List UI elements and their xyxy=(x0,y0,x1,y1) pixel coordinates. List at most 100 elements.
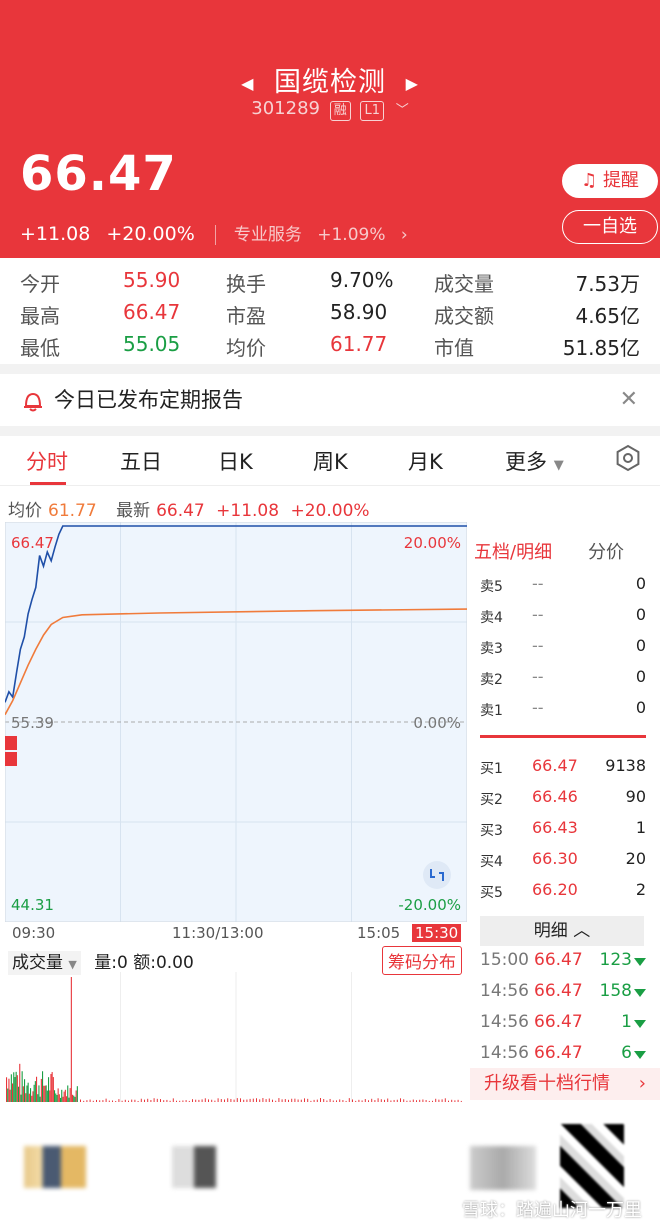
volume-bar xyxy=(19,1063,21,1102)
tab-intraday[interactable]: 分时 xyxy=(26,446,68,476)
level-label: 卖4 xyxy=(480,610,503,626)
volume-bar xyxy=(272,1099,273,1102)
detail-header[interactable]: 明细 ︿ xyxy=(480,916,644,946)
upgrade-banner[interactable]: 升级看十档行情 › xyxy=(470,1068,660,1100)
volume-bar xyxy=(67,1085,69,1102)
volume-bar xyxy=(121,1100,123,1102)
volume-bar xyxy=(390,1100,392,1102)
detail-label: 明细 xyxy=(533,921,568,941)
volume-bar xyxy=(26,1085,28,1102)
close-icon[interactable]: ✕ xyxy=(620,374,638,426)
chevron-down-icon[interactable]: ﹀ xyxy=(396,103,409,118)
sell-arrow-icon xyxy=(634,1020,646,1028)
volume-bar xyxy=(214,1100,216,1102)
volume-bar xyxy=(31,1095,33,1102)
volume-bar xyxy=(134,1099,136,1102)
volume-bar xyxy=(83,1100,85,1102)
trade-time: 14:56 xyxy=(480,981,529,1001)
volume-bar xyxy=(387,1098,389,1102)
trade-detail-row: 14:56 66.47 1 xyxy=(470,1008,660,1039)
volume-bar xyxy=(96,1099,97,1102)
tab-monthly-k[interactable]: 月K xyxy=(408,446,443,476)
blurred-icon[interactable] xyxy=(470,1146,536,1190)
volume-bar xyxy=(150,1099,152,1102)
volume-bar xyxy=(18,1086,20,1102)
volume-bar xyxy=(33,1084,35,1102)
volume-bar xyxy=(21,1071,23,1102)
volume-bar xyxy=(284,1099,286,1102)
margin-tag: 融 xyxy=(329,101,351,121)
trade-price: 66.47 xyxy=(534,1043,583,1063)
level-volume: 0 xyxy=(635,605,646,624)
volume-bar xyxy=(192,1099,193,1102)
tab-level5[interactable]: 五档/明细 xyxy=(474,538,552,564)
level-label: 买5 xyxy=(480,885,503,901)
chip-distribution-button[interactable]: 筹码分布 xyxy=(382,946,462,975)
volume-bar xyxy=(326,1100,328,1102)
volume-bar xyxy=(105,1098,107,1102)
volume-bar xyxy=(454,1100,456,1102)
volume-bar xyxy=(8,1078,10,1102)
volume-bar xyxy=(10,1074,12,1102)
volume-bar xyxy=(320,1098,321,1102)
level-price: -- xyxy=(532,605,544,624)
volume-bar xyxy=(294,1098,296,1102)
buy-marker xyxy=(5,736,17,750)
volume-bar xyxy=(51,1072,53,1102)
stock-code-row[interactable]: 301289 融 L1 ﹀ xyxy=(0,98,660,121)
stat-value: 55.90 xyxy=(123,268,181,292)
volume-bar xyxy=(39,1096,41,1102)
level-price: -- xyxy=(532,636,544,655)
settings-gear-icon[interactable] xyxy=(614,444,642,472)
volume-bar xyxy=(49,1090,51,1102)
report-notice[interactable]: 今日已发布定期报告 ✕ xyxy=(0,374,660,426)
prev-stock-arrow-icon[interactable]: ◀ xyxy=(241,74,254,93)
volume-bar xyxy=(72,1094,74,1102)
level-volume: 0 xyxy=(635,667,646,686)
volume-bar xyxy=(355,1100,357,1102)
tab-weekly-k[interactable]: 周K xyxy=(313,446,348,476)
caret-down-icon: ▼ xyxy=(553,458,564,473)
level-volume: 90 xyxy=(625,787,646,806)
tab-more[interactable]: 更多 ▼ xyxy=(505,446,564,476)
volume-bar xyxy=(62,1096,64,1102)
level-label: 卖5 xyxy=(480,579,503,595)
sell-arrow-icon xyxy=(634,989,646,997)
tab-daily-k[interactable]: 日K xyxy=(218,446,253,476)
divider xyxy=(214,224,216,245)
intraday-chart[interactable]: 66.47 20.00% 55.39 0.00% 44.31 -20.00% xyxy=(4,521,468,923)
tab-price-dist[interactable]: 分价 xyxy=(588,538,624,564)
volume-bar xyxy=(217,1098,219,1102)
volume-select-label: 成交量 xyxy=(12,953,63,973)
tab-five-day[interactable]: 五日 xyxy=(120,446,162,476)
volume-bar xyxy=(358,1099,360,1102)
volume-bar xyxy=(393,1099,395,1102)
volume-bar xyxy=(34,1081,36,1102)
latest-label: 最新 xyxy=(116,501,151,521)
service-link[interactable]: 专业服务 +1.09% › xyxy=(234,225,408,245)
remind-button[interactable]: ♫ 提醒 xyxy=(562,164,658,198)
volume-bar xyxy=(182,1100,184,1102)
volume-bar xyxy=(20,1094,22,1102)
blurred-icon[interactable] xyxy=(172,1146,216,1188)
stat-value: 7.53万 xyxy=(575,272,640,296)
stock-header: ◀ 国缆检测 ▶ 301289 融 L1 ﹀ 66.47 +11.08 +20.… xyxy=(0,0,660,258)
volume-bar xyxy=(13,1072,15,1102)
stat-label: 成交额 xyxy=(434,304,494,328)
volume-bar xyxy=(48,1077,50,1102)
next-stock-arrow-icon[interactable]: ▶ xyxy=(406,74,419,93)
volume-bar xyxy=(185,1100,187,1102)
level-label: 卖2 xyxy=(480,672,503,688)
volume-header: 成交量 ▼ 量:0 额:0.00 xyxy=(8,948,194,975)
blurred-icon[interactable] xyxy=(24,1146,86,1188)
volume-bar xyxy=(56,1094,58,1102)
price-info-line: 均价 61.77 最新 66.47 +11.08 +20.00% xyxy=(8,496,376,521)
sell-arrow-icon xyxy=(634,1051,646,1059)
volume-bar xyxy=(374,1100,376,1102)
volume-bar xyxy=(400,1098,401,1102)
volume-bar xyxy=(74,1096,76,1102)
price-change-pct: +20.00% xyxy=(106,223,195,245)
trade-volume: 158 xyxy=(599,981,632,1001)
add-favorite-button[interactable]: 一自选 xyxy=(562,210,658,244)
stat-label: 最高 xyxy=(20,304,60,328)
